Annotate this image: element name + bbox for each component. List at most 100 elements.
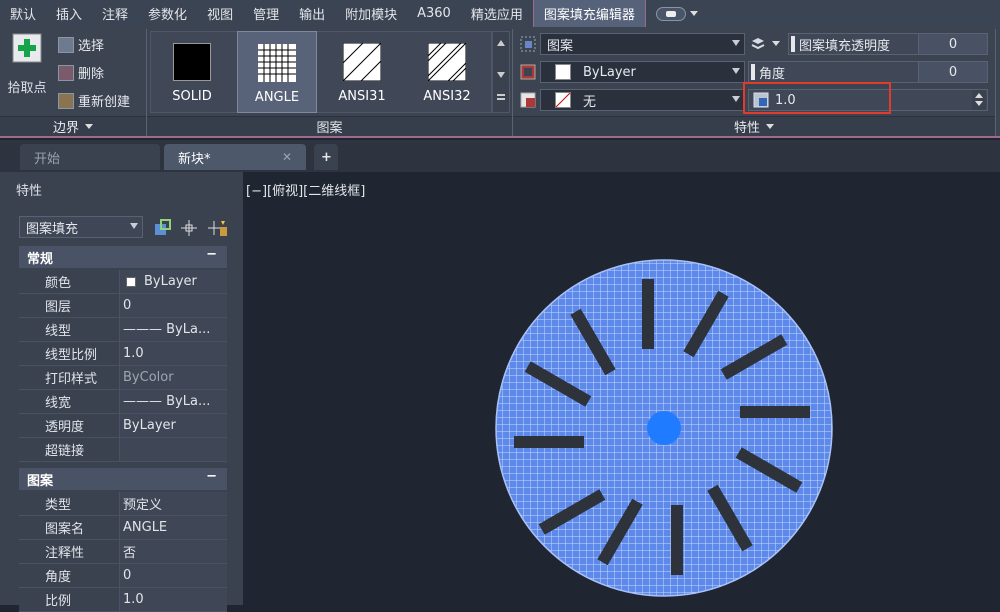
prop-key: 线型比例 xyxy=(19,342,119,366)
chevron-down-icon[interactable] xyxy=(772,41,780,46)
tab-addins[interactable]: 附加模块 xyxy=(335,0,407,27)
angle-value-text: 0 xyxy=(948,64,958,80)
prop-row[interactable]: 线型比例 1.0 xyxy=(19,342,227,366)
tab-featured-apps[interactable]: 精选应用 xyxy=(461,0,533,27)
pattern-section-header[interactable]: 图案 − xyxy=(19,468,227,490)
tab-insert[interactable]: 插入 xyxy=(46,0,92,27)
drawing-canvas[interactable]: [−][俯视][二维线框] xyxy=(243,172,1000,605)
collapse-icon[interactable]: − xyxy=(206,469,217,484)
layers-icon[interactable] xyxy=(750,36,766,52)
gallery-scrollbar[interactable] xyxy=(492,31,510,113)
recreate-button[interactable]: 重新创建 xyxy=(58,91,130,110)
tab-manage[interactable]: 管理 xyxy=(243,0,289,27)
pattern-label: ANSI32 xyxy=(423,89,471,104)
prop-row[interactable]: 线宽 ——— ByLa... xyxy=(19,390,227,414)
tab-start-label: 开始 xyxy=(34,151,61,167)
prop-row[interactable]: 角度 0 xyxy=(19,564,227,588)
prop-value[interactable]: 预定义 xyxy=(119,492,227,516)
prop-value[interactable] xyxy=(119,438,227,462)
highlight-box xyxy=(743,82,891,114)
tab-view[interactable]: 视图 xyxy=(197,0,243,27)
pattern-ansi32[interactable]: ANSI32 xyxy=(407,31,487,113)
collapse-icon[interactable]: − xyxy=(206,247,217,262)
prop-key: 线宽 xyxy=(19,390,119,414)
prop-row[interactable]: 超链接 xyxy=(19,438,227,462)
pattern-label: SOLID xyxy=(172,89,212,104)
object-type-select[interactable]: 图案填充 xyxy=(19,216,143,238)
select-objects-icon[interactable] xyxy=(180,219,198,237)
general-section-header[interactable]: 常规 − xyxy=(19,246,227,268)
pattern-angle[interactable]: ANGLE xyxy=(237,31,317,113)
object-type-value: 图案填充 xyxy=(26,221,79,237)
pattern-panel-label: 图案 xyxy=(316,121,343,136)
spin-down-icon[interactable] xyxy=(975,101,983,106)
prop-row[interactable]: 打印样式 ByColor xyxy=(19,366,227,390)
prop-key: 图案名 xyxy=(19,516,119,540)
spin-up-icon[interactable] xyxy=(975,93,983,98)
prop-value[interactable]: ——— ByLa... xyxy=(119,318,227,342)
angle-value[interactable]: 0 xyxy=(918,61,988,83)
prop-value[interactable]: 1.0 xyxy=(119,342,227,366)
prop-value[interactable]: ——— ByLa... xyxy=(119,390,227,414)
hatch-drawing[interactable] xyxy=(243,172,1000,605)
close-icon[interactable]: ✕ xyxy=(282,150,292,164)
prop-row[interactable]: 图案名 ANGLE xyxy=(19,516,227,540)
prop-value[interactable]: ANGLE xyxy=(119,516,227,540)
prop-row[interactable]: 透明度 ByLayer xyxy=(19,414,227,438)
scroll-up-icon[interactable] xyxy=(497,40,505,46)
tab-default[interactable]: 默认 xyxy=(0,0,46,27)
chevron-down-icon xyxy=(732,68,740,74)
prop-row[interactable]: 类型 预定义 xyxy=(19,492,227,516)
prop-value[interactable]: ByLayer xyxy=(119,414,227,438)
remove-button[interactable]: 删除 xyxy=(58,63,104,82)
quick-select-icon[interactable] xyxy=(208,219,228,237)
slot xyxy=(514,436,584,448)
pick-point-label: 拾取点 xyxy=(7,81,47,96)
tab-a360[interactable]: A360 xyxy=(407,0,461,27)
pattern-ansi31[interactable]: ANSI31 xyxy=(322,31,402,113)
prop-row[interactable]: 比例 1.0 xyxy=(19,588,227,612)
slot xyxy=(740,406,810,418)
ansi31-swatch xyxy=(343,43,381,81)
chevron-down-icon xyxy=(766,124,774,129)
add-icon xyxy=(12,33,42,63)
prop-key: 透明度 xyxy=(19,414,119,438)
properties-panel-title[interactable]: 特性 xyxy=(513,116,995,136)
tab-hatch-editor[interactable]: 图案填充编辑器 xyxy=(532,0,646,27)
expand-gallery-icon[interactable] xyxy=(497,94,505,100)
prop-value[interactable]: ByLayer xyxy=(119,270,227,294)
prop-row[interactable]: 注释性否 xyxy=(19,540,227,564)
palette-title: 特性 xyxy=(16,184,43,199)
recreate-icon xyxy=(58,92,74,109)
prop-value[interactable]: 0 xyxy=(119,294,227,318)
hatch-color-select[interactable]: ByLayer xyxy=(540,61,745,83)
background-color-select[interactable]: 无 xyxy=(540,89,745,111)
prop-row[interactable]: 线型 ——— ByLa... xyxy=(19,318,227,342)
prop-value[interactable]: 0 xyxy=(119,564,227,588)
toggle-pickadd-icon[interactable] xyxy=(154,219,172,237)
tab-parametric[interactable]: 参数化 xyxy=(138,0,197,27)
tab-output[interactable]: 输出 xyxy=(289,0,335,27)
pick-point-button[interactable]: 拾取点 xyxy=(4,33,50,103)
scroll-down-icon[interactable] xyxy=(497,72,505,78)
pattern-solid[interactable]: SOLID xyxy=(152,31,232,113)
transparency-value[interactable]: 0 xyxy=(918,33,988,55)
ribbon-tab-bar: 默认 插入 注释 参数化 视图 管理 输出 附加模块 A360 精选应用 图案填… xyxy=(0,0,1000,27)
tab-new-block[interactable]: 新块* ✕ xyxy=(164,144,306,170)
prop-value[interactable]: 1.0 xyxy=(119,588,227,612)
hatch-type-select[interactable]: 图案 xyxy=(540,33,745,55)
tab-start[interactable]: 开始 xyxy=(20,144,160,170)
transparency-value-text: 0 xyxy=(948,36,958,52)
select-button[interactable]: 选择 xyxy=(58,35,104,54)
scale-spinner[interactable] xyxy=(972,90,986,110)
tab-annotate[interactable]: 注释 xyxy=(92,0,138,27)
boundary-panel-title[interactable]: 边界 xyxy=(0,116,146,136)
prop-row[interactable]: 颜色 ByLayer xyxy=(19,270,227,294)
prop-row[interactable]: 图层 0 xyxy=(19,294,227,318)
background-color-icon xyxy=(520,92,536,108)
prop-value[interactable]: 否 xyxy=(119,540,227,564)
ribbon-toggle[interactable] xyxy=(646,0,708,27)
new-tab-button[interactable]: + xyxy=(314,144,338,170)
select-label: 选择 xyxy=(78,39,105,54)
slot xyxy=(642,279,654,349)
